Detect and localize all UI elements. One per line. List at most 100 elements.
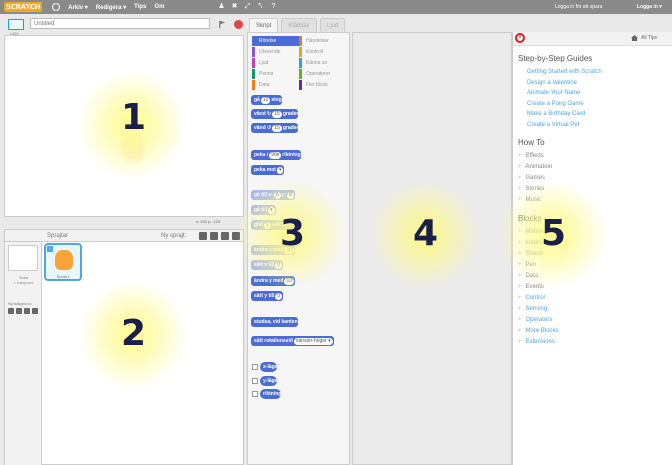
scratch-editor: SCRATCH Arkiv ▾ Redigera ▾ Tips Om ♟ ✖ ⤢… [0,0,672,465]
upload-sprite-icon[interactable] [221,232,229,240]
category-events[interactable]: Händelser [299,36,346,46]
category-sensing[interactable]: Känna av [299,58,346,68]
camera-backdrop-icon[interactable] [32,308,38,314]
category-operators[interactable]: Operatorer [299,69,346,79]
close-tips-icon[interactable]: × [515,33,525,43]
sprites-title: Sprajtar [47,233,69,239]
block-change-x[interactable]: ändra x med 10 [251,245,296,255]
top-menu-bar: SCRATCH Arkiv ▾ Redigera ▾ Tips Om ♟ ✖ ⤢… [0,0,672,14]
block-bounce[interactable]: studsa, vid kanten [251,317,298,327]
sprite-library-icon[interactable] [199,232,207,240]
stage-thumbnail[interactable] [8,245,38,271]
category-data[interactable]: Data [252,80,299,90]
category-motion[interactable]: Rörelse [252,36,299,46]
howto-item[interactable]: Stories [518,184,668,195]
menu-about[interactable]: Om [154,4,164,10]
upload-backdrop-icon[interactable] [24,308,30,314]
blocks-item[interactable]: Extensions [518,337,668,348]
stage-sprite[interactable] [118,131,148,165]
block-go-to[interactable]: gå till ▾ [251,205,276,215]
sprite-card[interactable]: i Sprite1 [44,243,82,281]
blocks-item[interactable]: Sound [518,249,668,260]
globe-icon[interactable] [52,3,61,11]
block-turn-left[interactable]: vänd ↺ 15 grader [251,123,299,133]
block-point-towards[interactable]: peka mot ▾ [251,165,285,175]
guide-link[interactable]: Design a Valentine [518,78,668,89]
all-tips-link[interactable]: All Tips [641,35,657,41]
delete-icon[interactable]: ✖ [231,3,238,10]
scratch-logo[interactable]: SCRATCH [4,2,43,12]
guide-link[interactable]: Animate Your Name [518,88,668,99]
project-title-input[interactable] [30,18,210,29]
block-change-y[interactable]: ändra y med 10 [251,276,296,286]
stage-header: v456 [4,17,244,36]
howto-heading: How To [518,138,545,147]
guide-link[interactable]: Create a Pong Game [518,99,668,110]
block-turn-right[interactable]: vänd ↻ 15 grader [251,109,299,119]
tab-scripts[interactable]: Skript [249,18,279,32]
block-rotation-style[interactable]: sätt rotationsstil vänster-höger ▾ [251,336,334,346]
blocks-item[interactable]: Looks [518,238,668,249]
howto-item[interactable]: Animation [518,162,668,173]
blocks-item[interactable]: Events [518,282,668,293]
stage-canvas[interactable] [4,35,244,217]
sprite-pane: Sprajtar Ny sprajt: Scen 1 bakgrund Ny b… [4,229,244,465]
backdrop-library-icon[interactable] [8,308,14,314]
grow-icon[interactable]: ⤢ [244,3,251,10]
category-control[interactable]: Kontroll [299,47,346,57]
blocks-item[interactable]: Sensing [518,304,668,315]
category-sound[interactable]: Ljud [252,58,299,68]
blocks-item[interactable]: Operators [518,315,668,326]
editor-tabs: Skript Klädslar Ljud [249,18,348,32]
tab-costumes[interactable]: Klädslar [281,18,318,32]
block-point-direction[interactable]: peka i 90▾ riktning [251,150,301,160]
help-icon[interactable]: ? [270,3,277,10]
guide-link[interactable]: Make a Birthday Card [518,109,668,120]
howto-item[interactable]: Music [518,195,668,206]
menu-tips[interactable]: Tips [134,4,146,10]
howto-item[interactable]: Games [518,173,668,184]
green-flag-icon[interactable] [218,20,227,29]
reporter-x-position[interactable]: x-läge [260,362,278,372]
guide-link[interactable]: Getting Started with Scratch [518,67,668,78]
blocks-item[interactable]: Motion [518,227,668,238]
blocks-item[interactable]: More Blocks [518,326,668,337]
scripts-area[interactable] [352,32,512,465]
block-go-to-xy[interactable]: gå till x: 0 y: 0 [251,190,295,200]
menu-edit[interactable]: Redigera ▾ [96,4,126,11]
signin-to-save-link[interactable]: Logga in för att spara [555,4,602,10]
block-set-y[interactable]: sätt y till 0 [251,291,284,301]
duplicate-icon[interactable]: ♟ [218,3,225,10]
menu-file[interactable]: Arkiv ▾ [68,4,88,11]
block-move[interactable]: gå 10 steg [251,95,282,105]
home-icon[interactable] [631,35,638,41]
camera-sprite-icon[interactable] [232,232,240,240]
stop-icon[interactable] [234,20,243,29]
y-position-checkbox[interactable] [252,378,258,384]
sprite-info-icon[interactable]: i [47,246,53,252]
paint-backdrop-icon[interactable] [16,308,22,314]
block-set-x[interactable]: sätt x till 0 [251,260,284,270]
signin-menu[interactable]: Logga in ▾ [637,4,662,10]
direction-checkbox[interactable] [252,391,258,397]
block-glide[interactable]: glid 1 sek till x: [251,220,294,230]
paint-sprite-icon[interactable] [210,232,218,240]
tips-body: Step-by-Step Guides Getting Started with… [518,54,668,348]
presentation-mode-icon[interactable] [8,19,24,30]
category-grid: Rörelse Händelser Utseende Kontroll Ljud… [252,36,346,90]
blocks-item[interactable]: Control [518,293,668,304]
shrink-icon[interactable]: ⤣ [257,3,264,10]
category-looks[interactable]: Utseende [252,47,299,57]
blocks-item[interactable]: Data [518,271,668,282]
howto-item[interactable]: Effects [518,151,668,162]
tab-sounds[interactable]: Ljud [320,18,346,32]
guide-link[interactable]: Create a Virtual Pet [518,120,668,131]
blocks-item[interactable]: Pen [518,260,668,271]
stage-column: Scen 1 bakgrund Ny bakgrund: [5,242,42,465]
category-pen[interactable]: Penna [252,69,299,79]
category-more-blocks[interactable]: Fler block [299,80,346,90]
reporter-y-position[interactable]: y-läge [260,376,278,386]
reporter-direction[interactable]: riktning [260,389,282,399]
new-backdrop-label: Ny bakgrund: [8,301,32,306]
x-position-checkbox[interactable] [252,364,258,370]
